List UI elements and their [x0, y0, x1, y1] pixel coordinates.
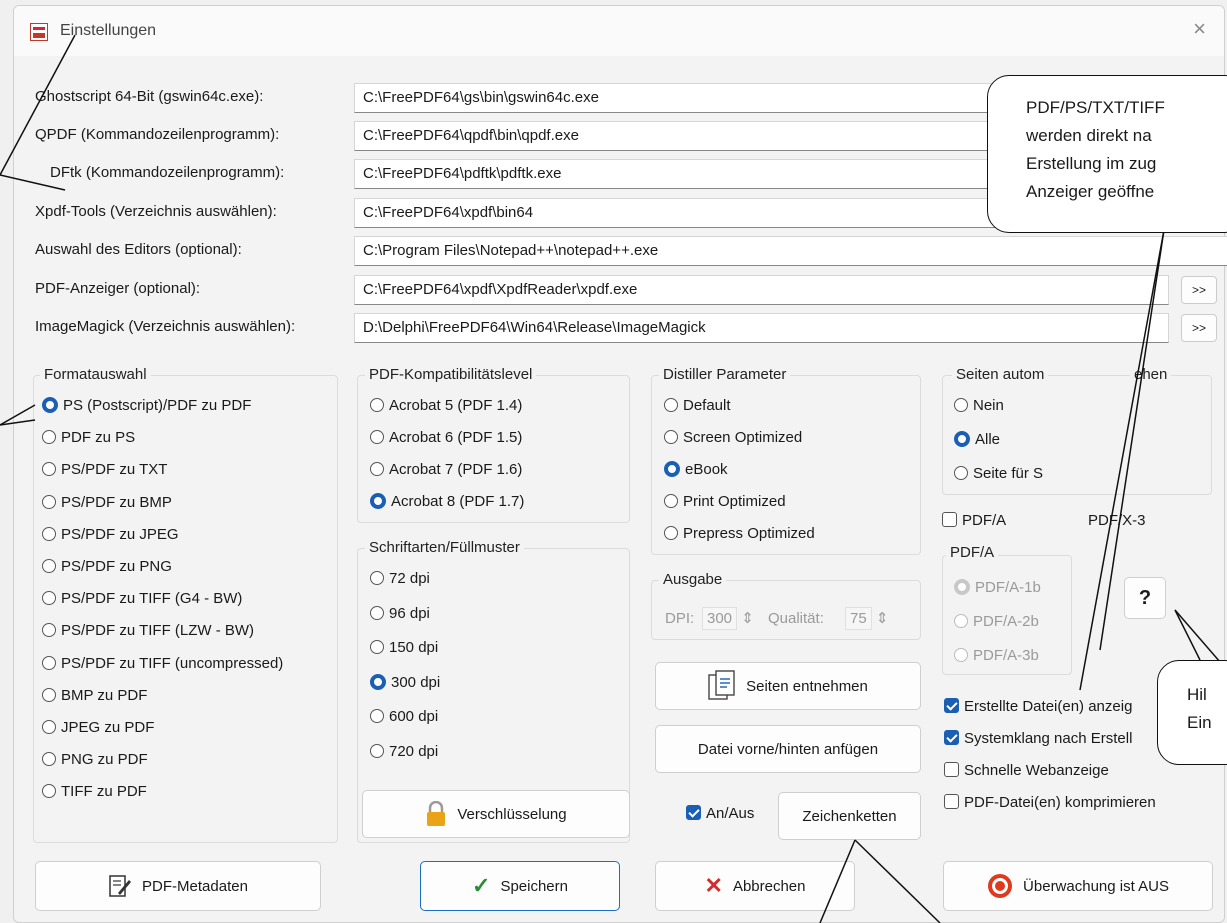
callout-viewer-line-3: Erstellung im zug — [1026, 154, 1157, 173]
callout-help-line-2: Ein — [1187, 713, 1212, 732]
callout-viewer-info: PDF/PS/TXT/TIFF werden direkt na Erstell… — [987, 75, 1227, 233]
callout-viewer-line-4: Anzeiger geöffne — [1026, 182, 1155, 201]
callout-help-line-1: Hil — [1187, 685, 1207, 704]
callout-help-info: Hil Ein — [1157, 660, 1227, 765]
callout-viewer-line-1: PDF/PS/TXT/TIFF — [1026, 98, 1165, 117]
callout-viewer-line-2: werden direkt na — [1026, 126, 1152, 145]
